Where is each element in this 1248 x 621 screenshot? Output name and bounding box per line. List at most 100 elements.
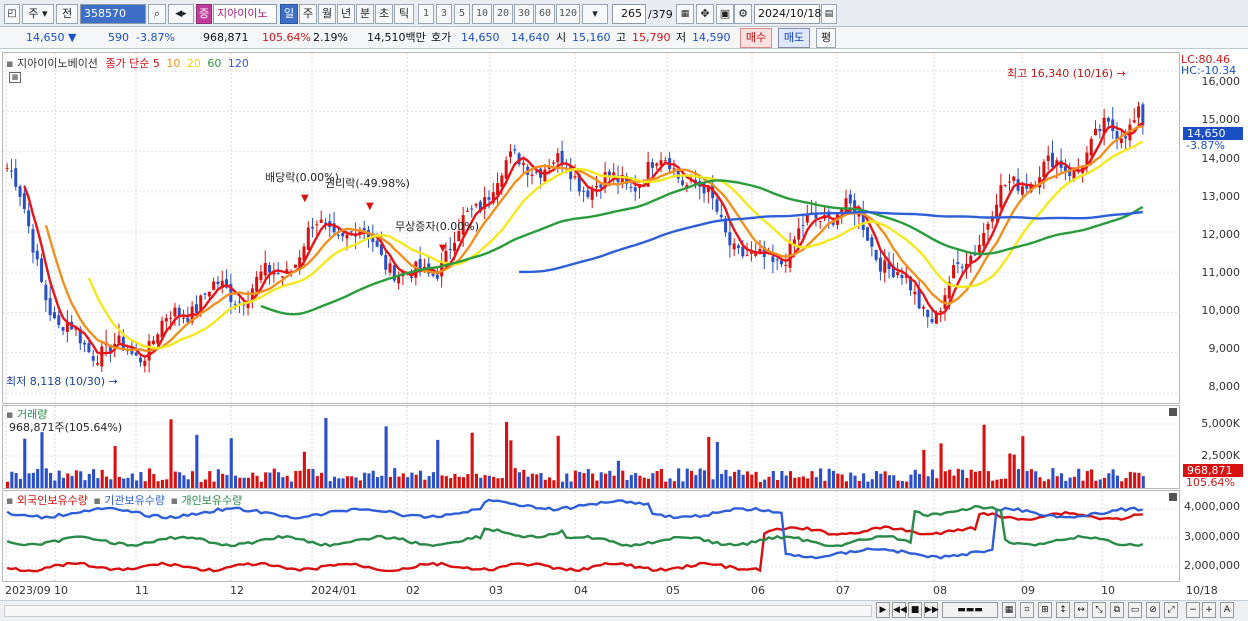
volume-bar [466, 474, 470, 488]
zoom-slider-icon[interactable]: ▬▬▬ [942, 602, 998, 618]
volume-bar [823, 480, 827, 488]
calendar-icon[interactable]: ▤ [821, 4, 837, 24]
prev-select[interactable]: 전 [56, 4, 78, 24]
interval-1-button[interactable]: 1 [418, 4, 434, 24]
x-tick: 09 [1021, 584, 1035, 597]
volume-bar [539, 472, 543, 488]
fast-forward-icon[interactable]: ▶▶ [924, 602, 939, 618]
volume-bar [436, 439, 440, 488]
font-size-icon[interactable]: A [1220, 602, 1234, 618]
holdings-panel: ▪ 외국인보유수량 ▪ 기관보유수량 ▪ 개인보유수량 [2, 490, 1180, 582]
interval-60-button[interactable]: 60 [535, 4, 555, 24]
stop-icon[interactable]: ■ [908, 602, 922, 618]
tool-icon[interactable]: ⊞ [1038, 602, 1052, 618]
candle-body [336, 234, 340, 236]
interval-3-button[interactable]: 3 [436, 4, 452, 24]
zoom-out-icon[interactable]: − [1186, 602, 1200, 618]
candle-body [1007, 181, 1011, 183]
sell-button[interactable]: 매도 [778, 28, 810, 48]
interval-20-button[interactable]: 20 [493, 4, 513, 24]
scroll-right-icon[interactable]: ▶ [876, 602, 890, 618]
period-tick-button[interactable]: 틱 [394, 4, 414, 24]
flat-button[interactable]: 평 [816, 28, 836, 48]
volume-bar [1111, 469, 1115, 488]
volume-bar [40, 432, 44, 488]
candle-body [999, 185, 1003, 208]
volume-bar [1025, 471, 1029, 488]
volume-bar [311, 468, 315, 488]
tool-icon[interactable]: ⌗ [1020, 602, 1034, 618]
interval-120-button[interactable]: 120 [556, 4, 580, 24]
chart-layout-icon[interactable]: ◰ [4, 4, 20, 24]
table-icon[interactable]: ▦ [9, 72, 21, 83]
volume-bar [720, 473, 724, 488]
volume-bar [1064, 480, 1068, 488]
period-day-button[interactable]: 일 [280, 4, 298, 24]
crosshair-icon[interactable]: ✥ [696, 4, 714, 24]
period-week-button[interactable]: 주 [299, 4, 317, 24]
save-icon[interactable]: ▣ [716, 4, 734, 24]
candle-body [797, 228, 801, 240]
volume-bar [143, 481, 147, 488]
volume-bar [36, 469, 40, 488]
date-input[interactable]: 2024/10/18 [754, 4, 821, 24]
grid-icon[interactable]: ▦ [676, 4, 694, 24]
candle-body [900, 274, 904, 279]
grid-toggle-icon[interactable]: ▦ [1002, 602, 1016, 618]
volume-bar [840, 474, 844, 488]
panel-close-icon[interactable] [1169, 493, 1177, 501]
interval-10-button[interactable]: 10 [472, 4, 492, 24]
search-icon[interactable]: ⌕ [148, 4, 166, 24]
interval-dropdown[interactable]: ▾ [582, 4, 608, 24]
candle-body [715, 199, 719, 212]
price-chart[interactable] [3, 53, 1179, 403]
stock-code-input[interactable]: 358570 [80, 4, 146, 24]
volume-bar [961, 469, 965, 488]
interval-5-button[interactable]: 5 [454, 4, 470, 24]
candle-body [1003, 184, 1007, 186]
volume-bar [603, 473, 608, 488]
volume-chart[interactable] [3, 406, 1179, 488]
tool-icon[interactable]: ⤡ [1092, 602, 1106, 618]
market-select[interactable]: 주 ▾ [22, 4, 54, 24]
count-field[interactable]: 265 [612, 4, 646, 24]
tool-icon[interactable]: ↕ [1056, 602, 1070, 618]
candle-body [719, 214, 723, 218]
volume-bar [866, 481, 870, 488]
legend-marker-icon: ▪ [6, 57, 14, 70]
tool-icon[interactable]: ▭ [1128, 602, 1142, 618]
candle-body [448, 248, 452, 251]
tool-icon[interactable]: ⧉ [1110, 602, 1124, 618]
zoom-in-icon[interactable]: + [1202, 602, 1216, 618]
candle-body [182, 317, 186, 319]
volume-bar [6, 481, 10, 488]
panel-close-icon[interactable] [1169, 408, 1177, 416]
volume-bar [728, 476, 732, 488]
down-arrow-icon: ▼ [68, 31, 77, 44]
volume-bar [776, 479, 780, 488]
period-second-button[interactable]: 초 [375, 4, 393, 24]
tool-icon[interactable]: ⊘ [1146, 602, 1160, 618]
volume-bar [160, 479, 164, 488]
tool-icon[interactable]: ⤢ [1164, 602, 1178, 618]
volume-bar [212, 481, 216, 488]
buy-button[interactable]: 매수 [740, 28, 772, 48]
rewind-icon[interactable]: ◀◀ [892, 602, 907, 618]
scrollbar-track[interactable] [4, 605, 872, 617]
settings-icon[interactable]: ⚙ [734, 4, 752, 24]
sound-icon[interactable]: ◀▸ [168, 4, 194, 24]
tool-icon[interactable]: ↔ [1074, 602, 1088, 618]
period-month-button[interactable]: 월 [318, 4, 336, 24]
volume-bar [1038, 477, 1042, 488]
candle-body [513, 149, 517, 151]
candle-body [276, 272, 280, 274]
x-tick: 2023/09 [5, 584, 51, 597]
period-year-button[interactable]: 년 [337, 4, 355, 24]
period-minute-button[interactable]: 분 [356, 4, 374, 24]
interval-30-button[interactable]: 30 [514, 4, 534, 24]
volume-bar [819, 468, 823, 488]
x-tick: 04 [574, 584, 588, 597]
volume-bar [625, 479, 629, 488]
candle-body [117, 335, 121, 344]
volume-bar [449, 478, 453, 488]
